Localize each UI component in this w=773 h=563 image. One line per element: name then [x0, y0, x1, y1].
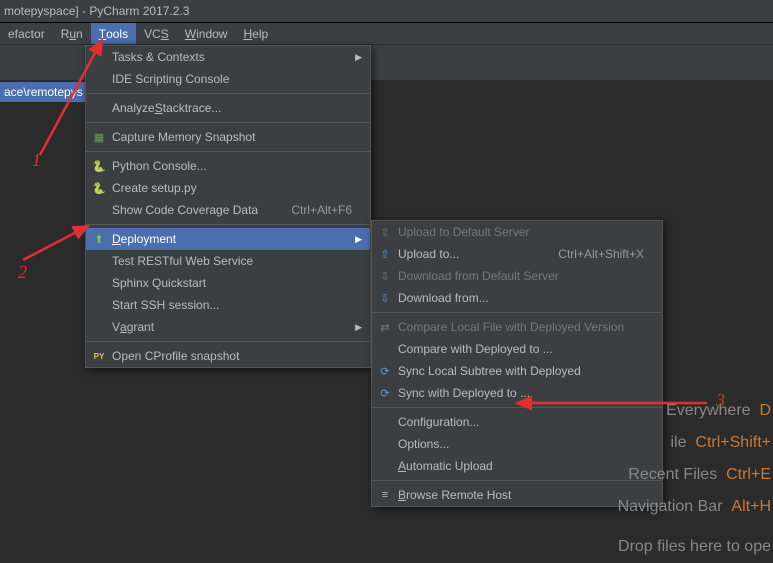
menu-run[interactable]: Run [53, 23, 91, 44]
menu-window[interactable]: Window [177, 23, 236, 44]
window-titlebar: motepyspace] - PyCharm 2017.2.3 [0, 0, 773, 23]
menu-download-from[interactable]: ⇩ Download from... [372, 287, 662, 309]
window-title: motepyspace] - PyCharm 2017.2.3 [4, 4, 189, 18]
tools-dropdown: Tasks & Contexts▶ IDE Scripting Console … [85, 45, 371, 368]
shortcut-text: Ctrl+Alt+Shift+X [558, 247, 644, 261]
download-icon: ⇩ [377, 290, 393, 306]
welcome-hints: Everywhere D ile Ctrl+Shift+ Recent File… [618, 395, 773, 563]
compare-icon: ⇄ [377, 319, 393, 335]
menu-sphinx[interactable]: Sphinx Quickstart [86, 272, 370, 294]
list-icon: ≡ [377, 487, 393, 503]
menu-compare-with[interactable]: Compare with Deployed to ... [372, 338, 662, 360]
menu-start-ssh[interactable]: Start SSH session... [86, 294, 370, 316]
menu-refactor[interactable]: efactor [0, 23, 53, 44]
upload-icon: ⇧ [377, 224, 393, 240]
download-icon: ⇩ [377, 268, 393, 284]
menubar: efactor Run Tools VCS Window Help [0, 23, 773, 45]
menu-vagrant[interactable]: Vagrant ▶ [86, 316, 370, 338]
menu-capture-memory[interactable]: ▦ Capture Memory Snapshot [86, 126, 370, 148]
menu-tasks-contexts[interactable]: Tasks & Contexts▶ [86, 46, 370, 68]
breadcrumb[interactable]: ace\remotepys [0, 82, 87, 102]
shortcut-text: Ctrl+Alt+F6 [291, 203, 352, 217]
menu-test-restful[interactable]: Test RESTful Web Service [86, 250, 370, 272]
annotation-label-1: 1 [32, 150, 41, 171]
menu-separator [86, 341, 370, 342]
chevron-right-icon: ▶ [355, 52, 362, 63]
menu-upload-to[interactable]: ⇧ Upload to... Ctrl+Alt+Shift+X [372, 243, 662, 265]
menu-upload-default: ⇧ Upload to Default Server [372, 221, 662, 243]
menu-help[interactable]: Help [235, 23, 276, 44]
menu-download-default: ⇩ Download from Default Server [372, 265, 662, 287]
menu-python-console[interactable]: 🐍 Python Console... [86, 155, 370, 177]
menu-tools[interactable]: Tools [91, 23, 136, 44]
sync-icon: ⟳ [377, 363, 393, 379]
menu-create-setup[interactable]: 🐍 Create setup.py [86, 177, 370, 199]
menu-show-coverage[interactable]: Show Code Coverage Data Ctrl+Alt+F6 [86, 199, 370, 221]
sync-icon: ⟳ [377, 385, 393, 401]
menu-separator [86, 122, 370, 123]
menu-sync-local[interactable]: ⟳ Sync Local Subtree with Deployed [372, 360, 662, 382]
python-icon: 🐍 [91, 158, 107, 174]
menu-ide-scripting[interactable]: IDE Scripting Console [86, 68, 370, 90]
chevron-right-icon: ▶ [355, 234, 362, 245]
menu-separator [86, 151, 370, 152]
menu-vcs[interactable]: VCS [136, 23, 177, 44]
menu-compare-local: ⇄ Compare Local File with Deployed Versi… [372, 316, 662, 338]
memory-icon: ▦ [91, 129, 107, 145]
chevron-right-icon: ▶ [355, 322, 362, 333]
python-file-icon: 🐍 [91, 180, 107, 196]
menu-analyze-stacktrace[interactable]: Analyze Stacktrace... [86, 97, 370, 119]
menu-deployment[interactable]: ⬆ Deployment ▶ [86, 228, 370, 250]
menu-separator [86, 93, 370, 94]
menu-open-cprofile[interactable]: PY Open CProfile snapshot [86, 345, 370, 367]
menu-separator [372, 312, 662, 313]
deployment-icon: ⬆ [91, 231, 107, 247]
annotation-label-2: 2 [18, 262, 27, 283]
python-icon: PY [91, 348, 107, 364]
upload-icon: ⇧ [377, 246, 393, 262]
menu-separator [86, 224, 370, 225]
